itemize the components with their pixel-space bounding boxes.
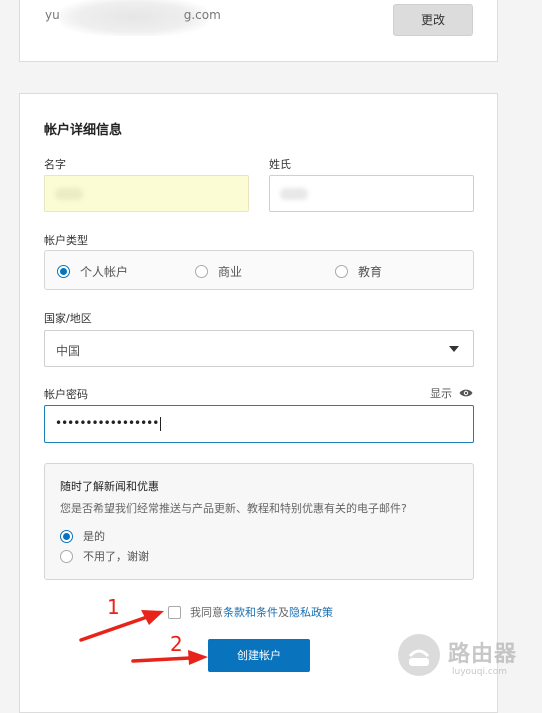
newsletter-box: 随时了解新闻和优惠 您是否希望我们经常推送与产品更新、教程和特别优惠有关的电子邮… bbox=[44, 463, 474, 580]
watermark: 路由器 luyouqi.com bbox=[398, 630, 538, 686]
email-text: yu g.com bbox=[45, 8, 221, 22]
account-type-personal[interactable]: 个人帐户 bbox=[57, 263, 128, 279]
text-caret bbox=[160, 416, 162, 431]
country-select-value: 中国 bbox=[56, 344, 81, 358]
watermark-subtitle: luyouqi.com bbox=[452, 667, 508, 677]
first-name-input[interactable] bbox=[44, 175, 249, 212]
radio-checked-icon[interactable] bbox=[57, 264, 70, 278]
annotation-arrow-2-icon bbox=[131, 650, 208, 665]
account-type-education-label: 教育 bbox=[358, 264, 383, 279]
account-type-radio-group: 个人帐户 商业 教育 bbox=[44, 250, 474, 290]
radio-unchecked-icon[interactable] bbox=[335, 264, 348, 278]
show-password-label: 显示 bbox=[430, 387, 452, 400]
last-name-redacted-value bbox=[280, 188, 308, 200]
router-logo-icon bbox=[398, 634, 440, 676]
section-title: 帐户详细信息 bbox=[44, 123, 123, 138]
agreement-prefix: 我同意 bbox=[190, 606, 223, 619]
change-email-button[interactable]: 更改 bbox=[393, 4, 473, 36]
newsletter-option-no-label: 不用了，谢谢 bbox=[83, 550, 149, 563]
password-input-value: ••••••••••••••••• bbox=[55, 416, 162, 431]
first-name-label: 名字 bbox=[44, 158, 66, 171]
newsletter-option-no[interactable]: 不用了，谢谢 bbox=[60, 548, 149, 564]
newsletter-option-yes-label: 是的 bbox=[83, 530, 105, 543]
annotation-arrow-1-icon bbox=[79, 610, 164, 642]
email-suffix: g.com bbox=[183, 8, 221, 22]
first-name-redacted-value bbox=[55, 188, 83, 200]
account-type-business-label: 商业 bbox=[218, 264, 243, 279]
show-password-toggle[interactable]: 显示 bbox=[430, 385, 473, 401]
password-label: 帐户密码 bbox=[44, 388, 88, 401]
terms-agreement-row: 我同意 条款和条件 及 隐私政策 bbox=[168, 604, 333, 620]
eye-icon[interactable] bbox=[459, 388, 473, 398]
terms-checkbox[interactable] bbox=[168, 605, 181, 619]
newsletter-description: 您是否希望我们经常推送与产品更新、教程和特别优惠有关的电子邮件? bbox=[60, 502, 407, 515]
account-type-personal-label: 个人帐户 bbox=[80, 264, 129, 279]
watermark-title: 路由器 bbox=[448, 642, 518, 667]
account-type-label: 帐户类型 bbox=[44, 234, 88, 247]
newsletter-title: 随时了解新闻和优惠 bbox=[60, 480, 159, 493]
email-card: yu g.com 更改 bbox=[19, 0, 498, 62]
password-dots: ••••••••••••••••• bbox=[55, 416, 159, 430]
last-name-label: 姓氏 bbox=[269, 158, 291, 171]
terms-link[interactable]: 条款和条件 bbox=[223, 604, 278, 620]
privacy-link[interactable]: 隐私政策 bbox=[289, 604, 333, 620]
radio-checked-icon[interactable] bbox=[60, 529, 73, 543]
agreement-and: 及 bbox=[278, 606, 289, 619]
email-prefix: yu bbox=[45, 8, 60, 22]
create-account-button[interactable]: 创建帐户 bbox=[208, 639, 310, 672]
radio-unchecked-icon[interactable] bbox=[195, 264, 208, 278]
password-input[interactable]: ••••••••••••••••• bbox=[44, 405, 474, 443]
newsletter-option-yes[interactable]: 是的 bbox=[60, 528, 105, 544]
account-type-business[interactable]: 商业 bbox=[195, 263, 242, 279]
account-type-education[interactable]: 教育 bbox=[335, 263, 382, 279]
last-name-input[interactable] bbox=[269, 175, 474, 212]
caret-down-icon bbox=[449, 346, 459, 352]
country-label: 国家/地区 bbox=[44, 312, 92, 325]
country-select[interactable]: 中国 bbox=[44, 330, 474, 367]
radio-unchecked-icon[interactable] bbox=[60, 549, 73, 563]
